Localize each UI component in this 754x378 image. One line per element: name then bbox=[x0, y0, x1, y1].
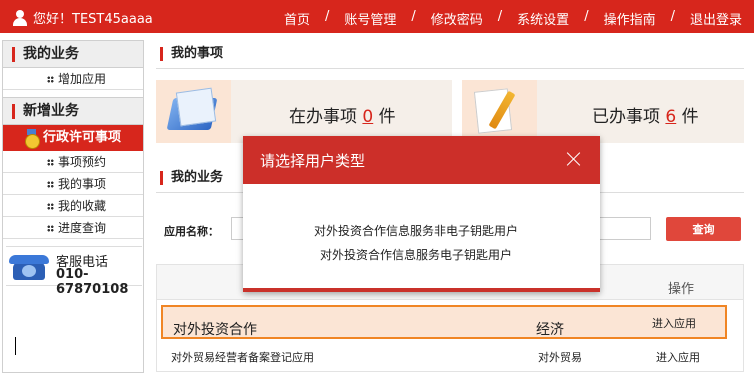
grid-dots-icon bbox=[47, 76, 54, 83]
sidebar-item-my-items[interactable]: 我的事项 bbox=[3, 173, 143, 195]
section-title-my-business: 我的业务 bbox=[156, 166, 223, 190]
row-name: 对外贸易经营者备案登记应用 bbox=[171, 351, 314, 364]
search-label: 应用名称： bbox=[164, 225, 219, 238]
pending-items-text: 在办事项 0 件 bbox=[289, 102, 396, 127]
grid-dots-icon bbox=[47, 181, 54, 188]
option-ekey-user[interactable]: 对外投资合作信息服务电子钥匙用户 bbox=[320, 246, 512, 263]
hotline-box: 客服电话 010-67870108 bbox=[6, 246, 142, 297]
done-items-card[interactable]: 已办事项 6 件 bbox=[462, 80, 744, 143]
sidebar-section-new-business: 新增业务 bbox=[3, 98, 143, 125]
sidebar-item-label: 行政许可事项 bbox=[43, 130, 122, 145]
top-nav: 首页 / 账号管理 / 修改密码 / 系统设置 / 操作指南 / 退出登录 bbox=[284, 9, 742, 28]
section-title-my-items: 我的事项 bbox=[156, 42, 223, 66]
note-pencil-icon bbox=[462, 80, 537, 143]
close-icon[interactable] bbox=[565, 150, 582, 167]
sidebar-section-my-business: 我的业务 bbox=[3, 41, 143, 68]
nav-account[interactable]: 账号管理 bbox=[344, 9, 396, 28]
table-row-selected[interactable]: 对外投资合作 经济 进入应用 bbox=[161, 305, 727, 339]
nav-separator: / bbox=[324, 9, 330, 24]
nav-home[interactable]: 首页 bbox=[284, 9, 310, 28]
nav-change-password[interactable]: 修改密码 bbox=[431, 9, 483, 28]
grid-dots-icon bbox=[47, 225, 54, 232]
pending-label: 在办事项 bbox=[289, 107, 357, 127]
grid-dots-icon bbox=[47, 203, 54, 210]
dialog-header: 请选择用户类型 bbox=[243, 136, 600, 184]
pending-unit: 件 bbox=[378, 107, 396, 127]
search-button[interactable]: 查询 bbox=[666, 217, 741, 241]
nav-separator: / bbox=[497, 9, 503, 24]
nav-logout[interactable]: 退出登录 bbox=[690, 9, 742, 28]
pending-items-card[interactable]: 在办事项 0 件 bbox=[156, 80, 452, 143]
hotline-number: 010-67870108 bbox=[56, 267, 129, 297]
pending-count[interactable]: 0 bbox=[362, 107, 373, 127]
medal-icon bbox=[25, 129, 40, 149]
nav-separator: / bbox=[584, 9, 589, 24]
nav-settings[interactable]: 系统设置 bbox=[517, 9, 569, 28]
table-row: 对外贸易经营者备案登记应用 对外贸易 进入应用 bbox=[157, 345, 743, 369]
row-category: 对外贸易 bbox=[538, 351, 582, 364]
done-items-text: 已办事项 6 件 bbox=[592, 102, 699, 127]
done-count[interactable]: 6 bbox=[665, 107, 676, 127]
dialog-title: 请选择用户类型 bbox=[260, 152, 366, 170]
user-type-dialog: 请选择用户类型 对外投资合作信息服务非电子钥匙用户 对外投资合作信息服务电子钥匙… bbox=[243, 136, 600, 292]
sidebar-item-appointment[interactable]: 事项预约 bbox=[3, 151, 143, 173]
sidebar-item-progress[interactable]: 进度查询 bbox=[3, 217, 143, 239]
divider bbox=[156, 68, 744, 69]
user-icon bbox=[12, 9, 28, 26]
option-non-ekey-user[interactable]: 对外投资合作信息服务非电子钥匙用户 bbox=[314, 222, 518, 239]
sidebar-item-label: 进度查询 bbox=[58, 221, 107, 235]
done-label: 已办事项 bbox=[592, 107, 660, 127]
enter-app-link[interactable]: 进入应用 bbox=[652, 315, 696, 331]
sidebar-item-administrative-license[interactable]: 行政许可事项 bbox=[3, 125, 143, 151]
sidebar-item-label: 我的收藏 bbox=[58, 199, 107, 213]
user-greeting: 您好！TEST45aaaa bbox=[12, 8, 153, 27]
text-cursor bbox=[15, 337, 16, 355]
done-unit: 件 bbox=[681, 107, 699, 127]
nav-separator: / bbox=[411, 9, 416, 24]
sidebar: 我的业务 增加应用 新增业务 行政许可事项 事项预约 我的事项 我的收藏 进度查… bbox=[2, 40, 144, 373]
row-name: 对外投资合作 bbox=[173, 322, 257, 338]
row-category: 经济 bbox=[536, 322, 564, 338]
telephone-icon bbox=[9, 252, 49, 282]
top-bar: 您好！TEST45aaaa 首页 / 账号管理 / 修改密码 / 系统设置 / … bbox=[0, 0, 754, 33]
folder-icon bbox=[156, 80, 231, 143]
column-header-action: 操作 bbox=[668, 282, 695, 297]
nav-guide[interactable]: 操作指南 bbox=[604, 9, 656, 28]
sidebar-item-label: 增加应用 bbox=[58, 72, 107, 86]
sidebar-item-label: 我的事项 bbox=[58, 177, 107, 191]
sidebar-item-favorites[interactable]: 我的收藏 bbox=[3, 195, 143, 217]
greeting-text: 您好！TEST45aaaa bbox=[33, 12, 153, 27]
sidebar-item-label: 事项预约 bbox=[58, 155, 107, 169]
nav-separator: / bbox=[670, 9, 675, 24]
grid-dots-icon bbox=[47, 159, 54, 166]
enter-app-link[interactable]: 进入应用 bbox=[656, 349, 700, 365]
sidebar-item-add-app[interactable]: 增加应用 bbox=[3, 68, 143, 90]
